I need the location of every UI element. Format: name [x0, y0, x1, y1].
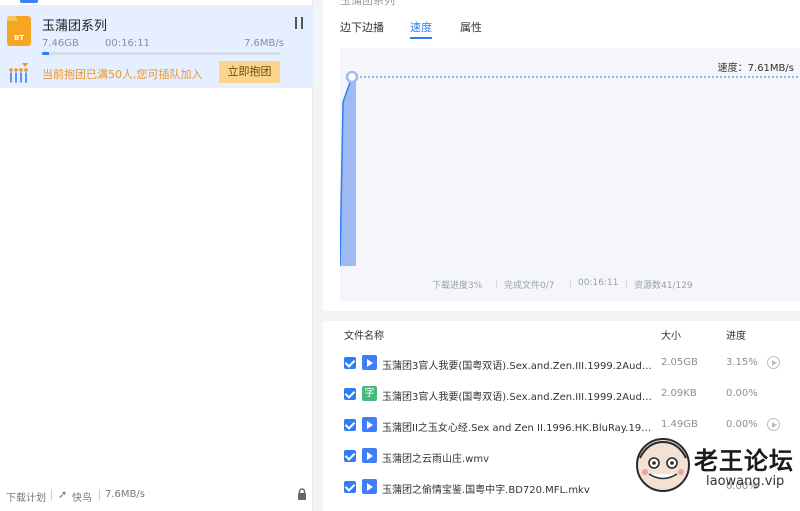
tab-speed[interactable]: 速度	[410, 19, 432, 35]
file-checkbox[interactable]	[344, 419, 356, 431]
pause-icon[interactable]	[294, 17, 304, 29]
file-size: 2.09KB	[661, 388, 697, 399]
files-completed-text: 完成文件0/7	[504, 281, 555, 291]
file-checkbox[interactable]	[344, 388, 356, 400]
column-header-name[interactable]: 文件名称	[344, 327, 384, 342]
watermark-text: 老王论坛	[694, 447, 794, 475]
file-name: 玉蒲团3官人我要(国粤双语).Sex.and.Zen.III.1999.2Aud…	[382, 361, 654, 372]
watermark: 老王论坛 laowang.vip	[634, 433, 800, 497]
task-title: 玉蒲团系列	[42, 19, 108, 34]
elapsed-time-text: 00:16:11	[578, 278, 619, 288]
file-name: 玉蒲团3官人我要(国粤双语).Sex.and.Zen.III.1999.2Aud…	[382, 392, 654, 403]
task-size: 7.46GB	[42, 38, 79, 49]
file-checkbox[interactable]	[344, 450, 356, 462]
file-checkbox[interactable]	[344, 357, 356, 369]
total-speed: 7.6MB/s	[105, 489, 145, 500]
task-progress-bar	[42, 52, 280, 55]
file-name: 玉蒲团II之玉女心经.Sex and Zen II.1996.HK.BluRay…	[382, 423, 654, 434]
watermark-url: laowang.vip	[706, 474, 785, 489]
task-list-panel: BT 玉蒲团系列 7.46GB 00:16:11 7.6MB/s 当前抱团已满5…	[0, 0, 313, 511]
file-row[interactable]: 字玉蒲团3官人我要(国粤双语).Sex.and.Zen.III.1999.2Au…	[323, 379, 800, 410]
divider	[99, 489, 100, 500]
section-divider	[323, 311, 800, 321]
divider	[626, 279, 627, 289]
download-progress-text: 下载进度3%	[432, 281, 483, 291]
resource-count-text: 资源数41/129	[634, 281, 693, 291]
play-icon[interactable]	[767, 418, 780, 431]
file-row[interactable]: 玉蒲团3官人我要(国粤双语).Sex.and.Zen.III.1999.2Aud…	[323, 348, 800, 379]
file-size: 2.05GB	[661, 357, 698, 368]
tab-play-while-download[interactable]: 边下边播	[340, 19, 384, 35]
play-icon[interactable]	[767, 356, 780, 369]
fast-bird-link[interactable]: 快鸟	[72, 489, 92, 504]
speed-point	[345, 70, 359, 84]
tab-properties[interactable]: 属性	[460, 19, 482, 35]
status-bar: 下载计划 ➚ 快鸟 7.6MB/s	[0, 486, 313, 506]
team-icon	[9, 63, 28, 83]
subtitle-file-icon: 字	[362, 386, 377, 401]
lock-icon[interactable]	[297, 488, 307, 500]
video-file-icon	[362, 479, 377, 494]
speed-value-label: 速度：7.61MB/s	[717, 63, 794, 74]
mascot-face-icon	[636, 438, 690, 492]
video-file-icon	[362, 448, 377, 463]
file-list-header: 文件名称 大小 进度	[323, 321, 800, 345]
task-item[interactable]: BT 玉蒲团系列 7.46GB 00:16:11 7.6MB/s 当前抱团已满5…	[0, 5, 313, 88]
rocket-icon: ➚	[58, 488, 68, 501]
team-status-text: 当前抱团已满50人,您可插队加入	[42, 68, 203, 81]
tab-indicator	[20, 0, 38, 3]
download-plan-link[interactable]: 下载计划	[6, 489, 46, 504]
divider	[496, 279, 497, 289]
file-name: 玉蒲团之偷情宝鉴.国粤中字.BD720.MFL.mkv	[382, 485, 590, 496]
speed-chart-svg	[340, 70, 800, 267]
file-progress: 0.00%	[726, 419, 758, 430]
file-name: 玉蒲团之云雨山庄.wmv	[382, 454, 490, 465]
divider	[51, 489, 52, 500]
file-checkbox[interactable]	[344, 481, 356, 493]
bt-file-icon-label: BT	[13, 34, 25, 42]
column-header-progress[interactable]: 进度	[726, 327, 746, 342]
video-file-icon	[362, 417, 377, 432]
app-window: BT 玉蒲团系列 7.46GB 00:16:11 7.6MB/s 当前抱团已满5…	[0, 0, 800, 511]
file-size: 1.49GB	[661, 419, 698, 430]
chart-footer: 下载进度3% 完成文件0/7 00:16:11 资源数41/129	[340, 277, 800, 291]
speed-chart: 速度：7.61MB/s 下载进度3% 完成文件0/7 00:16:11 资源数4…	[340, 48, 800, 301]
divider	[570, 279, 571, 289]
column-header-size[interactable]: 大小	[661, 327, 681, 342]
file-progress: 0.00%	[726, 388, 758, 399]
task-speed: 7.6MB/s	[244, 38, 284, 49]
detail-title: 玉蒲团系列	[340, 0, 395, 7]
join-team-button[interactable]: 立即抱团	[219, 61, 280, 83]
task-progress-fill	[42, 52, 50, 55]
bt-file-icon: BT	[7, 16, 31, 46]
video-file-icon	[362, 355, 377, 370]
file-progress: 3.15%	[726, 357, 758, 368]
active-tab-indicator	[410, 37, 432, 39]
task-elapsed: 00:16:11	[105, 38, 150, 49]
